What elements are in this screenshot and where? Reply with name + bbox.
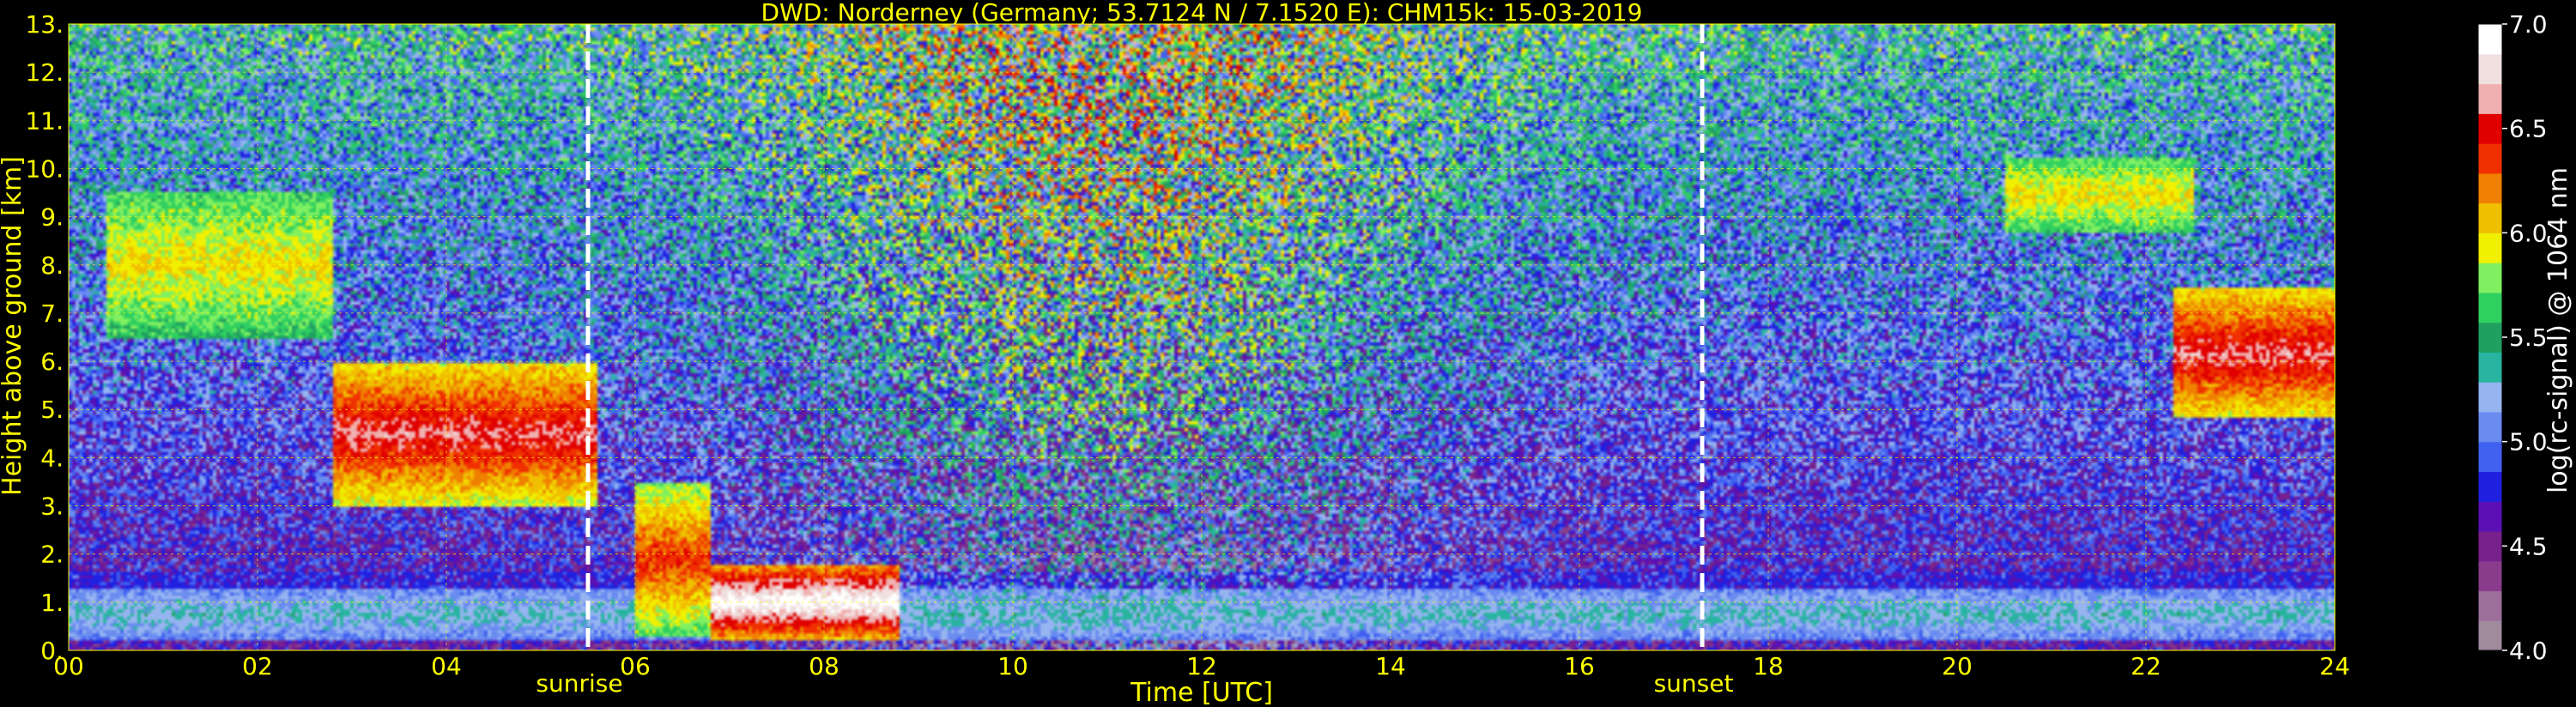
y-tick-label: 13. bbox=[25, 10, 64, 39]
colorbar-swatch bbox=[2478, 113, 2502, 144]
colorbar-swatch bbox=[2478, 143, 2502, 174]
x-tick-label: 04 bbox=[431, 652, 462, 680]
x-tick-label: 10 bbox=[997, 652, 1028, 680]
x-tick-label: 18 bbox=[1753, 652, 1784, 680]
colorbar-title: log(rc-signal) @ 1064 nm bbox=[2543, 167, 2573, 493]
colorbar bbox=[2477, 23, 2503, 651]
colorbar-swatch bbox=[2478, 83, 2502, 114]
colorbar-tick-label: 6.5 bbox=[2509, 115, 2548, 143]
x-axis-title: Time [UTC] bbox=[1130, 678, 1273, 707]
y-tick-label: 12. bbox=[25, 58, 64, 87]
colorbar-swatch bbox=[2478, 233, 2502, 263]
y-tick-label: 2. bbox=[40, 541, 64, 569]
x-tick-label: 08 bbox=[809, 652, 839, 680]
y-tick-label: 10. bbox=[25, 154, 64, 183]
colorbar-swatch bbox=[2478, 590, 2502, 621]
colorbar-swatch bbox=[2478, 620, 2502, 651]
sunrise-label: sunrise bbox=[536, 669, 622, 698]
colorbar-tick-label: 7.0 bbox=[2509, 10, 2548, 39]
colorbar-tick-label: 4.0 bbox=[2509, 637, 2548, 665]
colorbar-swatch bbox=[2478, 24, 2502, 55]
chart-title: DWD: Norderney (Germany; 53.7124 N / 7.1… bbox=[761, 0, 1642, 27]
colorbar-tick-label: 4.5 bbox=[2509, 532, 2548, 560]
x-tick-label: 24 bbox=[2319, 652, 2350, 680]
colorbar-tick-label: 5.5 bbox=[2509, 323, 2548, 352]
colorbar-ticks: 4.0 4.5 5.0 5.5 6.0 6.5 7.0 bbox=[2502, 10, 2548, 665]
y-tick-label: 7. bbox=[40, 299, 64, 328]
y-tick-label: 4. bbox=[40, 444, 64, 472]
y-tick-label: 9. bbox=[40, 203, 64, 232]
y-tick-label: 5. bbox=[40, 396, 64, 424]
x-tick-label: 02 bbox=[242, 652, 273, 680]
x-tick-label: 14 bbox=[1375, 652, 1406, 680]
colorbar-swatch bbox=[2478, 411, 2502, 443]
x-tick-label: 12 bbox=[1186, 652, 1217, 680]
y-tick-label: 11. bbox=[25, 106, 64, 135]
colorbar-swatch bbox=[2478, 530, 2502, 562]
colorbar-swatch bbox=[2478, 382, 2502, 413]
x-tick-label: 16 bbox=[1564, 652, 1595, 680]
x-tick-label: 06 bbox=[620, 652, 651, 680]
lidar-quicklook-chart: DWD: Norderney (Germany; 53.7124 N / 7.1… bbox=[0, 0, 2573, 707]
colorbar-tick-label: 6.0 bbox=[2509, 219, 2548, 247]
colorbar-swatch bbox=[2478, 53, 2502, 85]
colorbar-swatch bbox=[2478, 322, 2502, 353]
colorbar-swatch bbox=[2478, 292, 2502, 323]
colorbar-swatch bbox=[2478, 471, 2502, 502]
colorbar-swatch bbox=[2478, 352, 2502, 383]
colorbar-swatch bbox=[2478, 172, 2502, 204]
colorbar-swatch bbox=[2478, 560, 2502, 592]
y-axis-title: Height above ground [km] bbox=[0, 156, 27, 496]
colorbar-swatch bbox=[2478, 501, 2502, 532]
y-tick-label: 3. bbox=[40, 492, 64, 521]
y-tick-label: 8. bbox=[40, 251, 64, 280]
colorbar-swatch bbox=[2478, 202, 2502, 233]
sunset-label: sunset bbox=[1654, 669, 1734, 698]
colorbar-swatch bbox=[2478, 263, 2502, 293]
y-tick-label: 0. bbox=[40, 637, 64, 665]
y-tick-label: 6. bbox=[40, 347, 64, 376]
colorbar-tick-label: 5.0 bbox=[2509, 428, 2548, 456]
y-tick-label: 1. bbox=[40, 589, 64, 617]
x-tick-label: 22 bbox=[2131, 652, 2161, 680]
x-tick-label: 20 bbox=[1942, 652, 1973, 680]
colorbar-swatch bbox=[2478, 441, 2502, 473]
